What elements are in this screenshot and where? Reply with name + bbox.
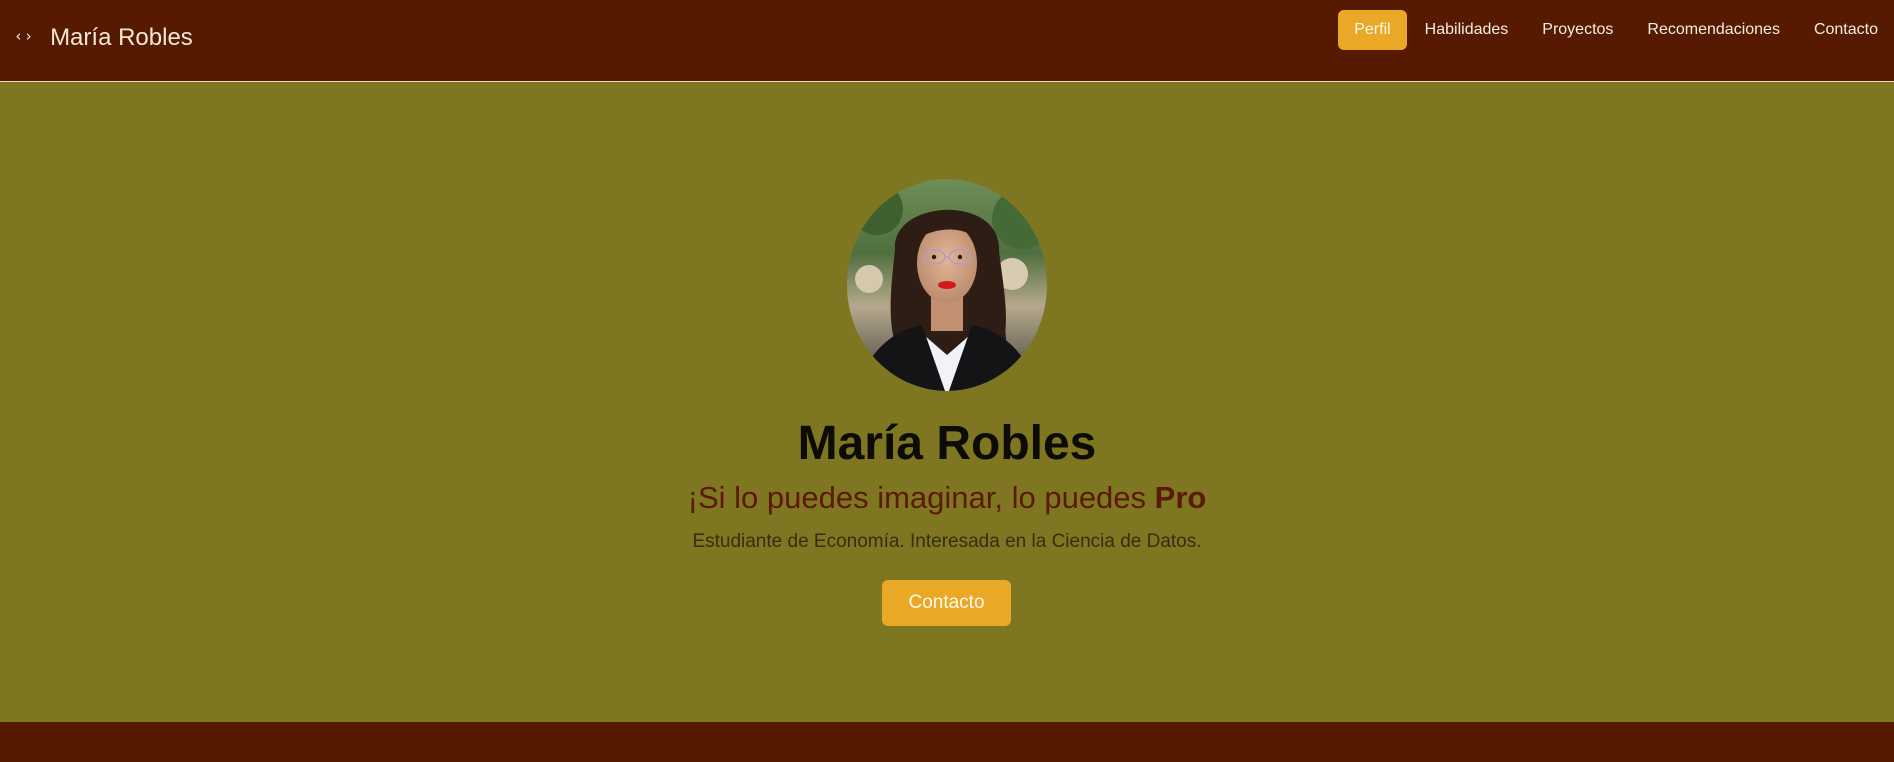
brand-name: María Robles [50,24,193,51]
contact-button[interactable]: Contacto [882,580,1011,626]
nav-link-recomendaciones[interactable]: Recomendaciones [1631,10,1796,50]
nav-link-perfil[interactable]: Perfil [1338,10,1407,50]
brand[interactable]: ‹› María Robles [14,22,193,54]
hero-description: Estudiante de Economía. Interesada en la… [692,531,1202,552]
nav-links: Perfil Habilidades Proyectos Recomendaci… [1336,10,1894,50]
nav-link-contacto[interactable]: Contacto [1798,10,1894,50]
profile-avatar [847,179,1047,391]
tagline-text: ¡Si lo puedes imaginar, lo puedes [687,480,1155,515]
next-section-band [0,722,1894,762]
nav-link-habilidades[interactable]: Habilidades [1409,10,1525,50]
hero-name: María Robles [797,417,1097,470]
hero-section: María Robles ¡Si lo puedes imaginar, lo … [0,82,1894,722]
tagline-highlight: Pro [1154,480,1207,515]
code-brackets-icon: ‹› [14,27,35,45]
top-navbar: ‹› María Robles Perfil Habilidades Proye… [0,0,1894,82]
hero-tagline: ¡Si lo puedes imaginar, lo puedes Pro [0,478,1894,518]
nav-link-proyectos[interactable]: Proyectos [1526,10,1629,50]
